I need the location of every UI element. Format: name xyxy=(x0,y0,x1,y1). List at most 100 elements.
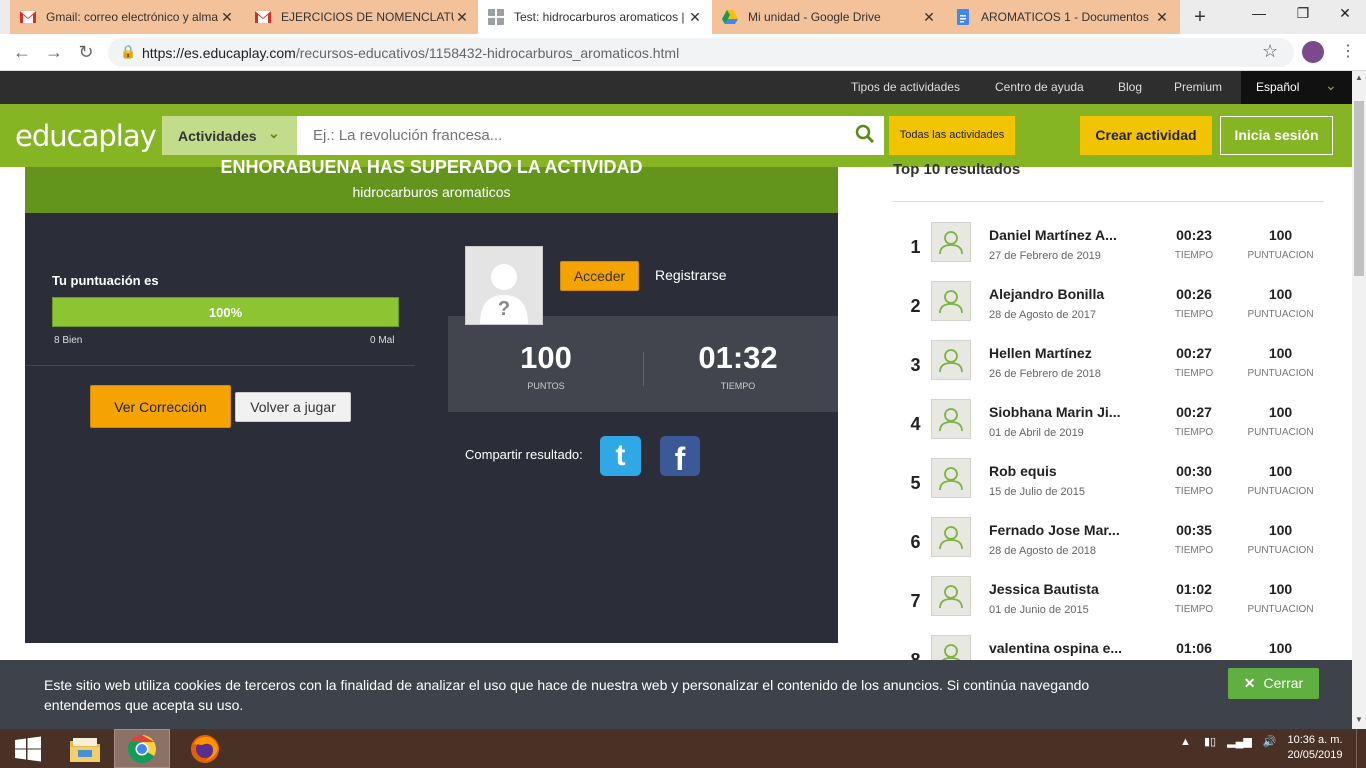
score-column-label: PUNTUACION xyxy=(1247,250,1314,261)
player-name[interactable]: Fernado Jose Mar... xyxy=(989,522,1137,538)
taskbar-clock[interactable]: 10:36 a. m. 20/05/2019 xyxy=(1280,733,1350,763)
close-window-button[interactable]: ✕ xyxy=(1322,0,1366,30)
all-activities-button[interactable]: Todas las actividades xyxy=(889,116,1015,155)
score-progress-bar: 100% xyxy=(52,297,399,327)
windows-start-icon[interactable] xyxy=(0,729,56,768)
player-name[interactable]: Daniel Martínez A... xyxy=(989,227,1137,243)
top10-row: 6 Fernado Jose Mar... 28 de Agosto de 2018… xyxy=(893,516,1333,575)
close-tab-icon[interactable]: ✕ xyxy=(1154,9,1170,26)
show-desktop-button[interactable] xyxy=(1356,729,1366,768)
result-date: 01 de Junio de 2015 xyxy=(989,604,1089,616)
stats-divider xyxy=(643,352,644,386)
file-explorer-icon[interactable] xyxy=(57,729,113,768)
result-score: 100 xyxy=(1268,522,1293,538)
result-time: 00:23 xyxy=(1176,227,1212,243)
firefox-taskbar-icon[interactable] xyxy=(177,729,233,768)
player-name[interactable]: Rob equis xyxy=(989,463,1137,479)
user-silhouette-icon: ? xyxy=(466,247,542,324)
cookie-close-label: Cerrar xyxy=(1263,675,1304,691)
score-column-label: PUNTUACION xyxy=(1247,309,1314,320)
language-label: Español xyxy=(1256,80,1300,94)
network-icon[interactable]: ▮▯ xyxy=(1204,736,1216,748)
time-column-label: TIEMPO xyxy=(1174,486,1214,497)
divider xyxy=(893,201,1324,202)
browser-tab-strip: Gmail: correo electrónico y alma ✕ EJERC… xyxy=(0,0,1366,34)
time-column-label: TIEMPO xyxy=(1174,604,1214,615)
score-column-label: PUNTUACION xyxy=(1247,545,1314,556)
cookie-text: Este sitio web utiliza cookies de tercer… xyxy=(44,677,1090,713)
scroll-up-icon[interactable]: ▲ xyxy=(1355,73,1363,82)
new-tab-button[interactable]: + xyxy=(1188,5,1212,29)
volume-icon[interactable]: 🔊 xyxy=(1263,736,1277,748)
points-value: 100 xyxy=(520,340,572,375)
tab-docs[interactable]: AROMATICOS 1 - Documentos ✕ xyxy=(945,0,1180,34)
player-name[interactable]: valentina ospina e... xyxy=(989,640,1137,656)
menu-dots-icon[interactable]: ⋮ xyxy=(1340,41,1356,61)
url-path: /recursos-educativos/1158432-hidrocarbur… xyxy=(295,45,680,61)
tab-gmail[interactable]: Gmail: correo electrónico y alma ✕ xyxy=(10,0,245,34)
correct-count: 8 Bien xyxy=(54,335,83,346)
result-score: 100 xyxy=(1268,286,1293,302)
profile-avatar[interactable] xyxy=(1302,41,1324,63)
player-name[interactable]: Jessica Bautista xyxy=(989,581,1137,597)
close-tab-icon[interactable]: ✕ xyxy=(687,9,703,26)
page-scrollbar[interactable]: ▲ ▼ xyxy=(1352,71,1366,729)
chevron-down-icon: ⌄ xyxy=(268,125,280,141)
close-tab-icon[interactable]: ✕ xyxy=(921,9,937,26)
clock-date: 20/05/2019 xyxy=(1287,749,1343,761)
top10-row: 5 Rob equis 15 de Julio de 2015 00:30 TIEMPO… xyxy=(893,457,1333,516)
nav-centro-ayuda[interactable]: Centro de ayuda xyxy=(995,80,1084,94)
banner-title: ENHORABUENA HAS SUPERADO LA ACTIVIDAD xyxy=(220,157,643,177)
register-link[interactable]: Registrarse xyxy=(655,267,727,283)
cookie-banner: Este sitio web utiliza cookies de tercer… xyxy=(0,660,1352,729)
result-time: 00:27 xyxy=(1176,345,1212,361)
facebook-share-icon[interactable]: f xyxy=(660,436,700,477)
tray-chevron-up-icon[interactable]: ▲ xyxy=(1180,736,1191,748)
minimize-button[interactable]: — xyxy=(1236,0,1282,30)
player-name[interactable]: Siobhana Marin Ji... xyxy=(989,404,1137,420)
nav-premium[interactable]: Premium xyxy=(1174,80,1222,94)
twitter-share-icon[interactable]: t xyxy=(600,436,641,476)
login-button[interactable]: Inicia sesión xyxy=(1220,116,1333,155)
nav-blog[interactable]: Blog xyxy=(1118,80,1142,94)
time-column-label: TIEMPO xyxy=(1174,427,1214,438)
educaplay-logo[interactable]: educaplay xyxy=(15,119,157,153)
scroll-down-icon[interactable]: ▼ xyxy=(1355,715,1363,724)
play-again-button[interactable]: Volver a jugar xyxy=(235,392,351,422)
result-banner: ENHORABUENA HAS SUPERADO LA ACTIVIDAD hi… xyxy=(25,157,838,213)
close-tab-icon[interactable]: ✕ xyxy=(454,9,470,26)
result-date: 27 de Febrero de 2019 xyxy=(989,250,1101,262)
result-time: 00:26 xyxy=(1176,286,1212,302)
tab-ejercicios[interactable]: EJERCICIOS DE NOMENCLATUR ✕ xyxy=(245,0,480,34)
cookie-close-button[interactable]: ✕ Cerrar xyxy=(1228,668,1319,699)
url-field[interactable]: 🔒 https://es.educaplay.com/recursos-educ… xyxy=(108,38,1294,67)
search-icon[interactable] xyxy=(855,124,875,149)
signal-icon[interactable]: ▂▄▆ xyxy=(1227,736,1252,748)
nav-tipos-actividades[interactable]: Tipos de actividades xyxy=(851,80,960,94)
player-name[interactable]: Hellen Martínez xyxy=(989,345,1137,361)
time-column-label: TIEMPO xyxy=(1174,250,1214,261)
create-activity-button[interactable]: Crear actividad xyxy=(1080,116,1212,155)
close-tab-icon[interactable]: ✕ xyxy=(219,9,235,26)
view-correction-button[interactable]: Ver Corrección xyxy=(90,385,231,428)
restore-button[interactable]: ❐ xyxy=(1280,0,1326,30)
bookmark-star-icon[interactable]: ☆ xyxy=(1262,41,1278,62)
logo-left-text: educa xyxy=(15,119,99,153)
chrome-taskbar-icon[interactable] xyxy=(114,729,170,768)
activities-select[interactable]: Actividades ⌄ xyxy=(162,116,297,155)
access-button[interactable]: Acceder xyxy=(560,261,639,291)
language-selector[interactable]: Español ⌄ xyxy=(1241,71,1352,104)
forward-arrow-icon[interactable]: → xyxy=(42,40,66,64)
tab-drive[interactable]: Mi unidad - Google Drive ✕ xyxy=(712,0,947,34)
share-label: Compartir resultado: xyxy=(465,447,583,462)
back-arrow-icon[interactable]: ← xyxy=(10,40,34,64)
gmail-icon xyxy=(20,9,36,25)
time-column-label: TIEMPO xyxy=(1174,545,1214,556)
reload-icon[interactable]: ↻ xyxy=(74,40,98,64)
scrollbar-thumb[interactable] xyxy=(1354,101,1364,276)
player-name[interactable]: Alejandro Bonilla xyxy=(989,286,1137,302)
search-input[interactable] xyxy=(297,116,817,155)
tab-educaplay[interactable]: Test: hidrocarburos aromaticos | ✕ xyxy=(478,0,713,34)
top10-title: Top 10 resultados xyxy=(893,161,1021,178)
logo-right-text: play xyxy=(98,119,156,153)
